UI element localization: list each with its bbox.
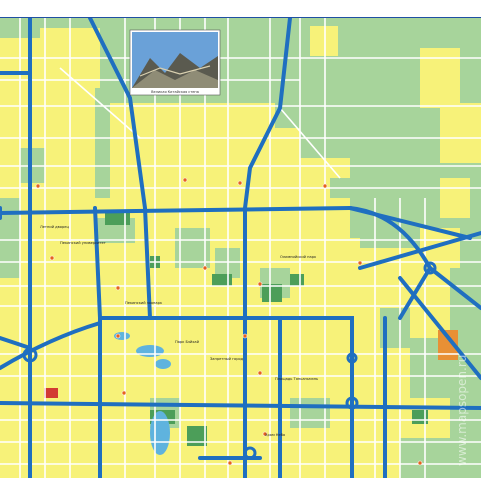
map-label: Олимпийский парк: [280, 255, 317, 259]
poi-marker-icon: [202, 265, 208, 271]
watermark-text: www.mapsopen.ru: [455, 355, 469, 466]
poi-marker-icon: [237, 180, 243, 186]
poi-marker-icon: [49, 255, 55, 261]
poi-marker-icon: [121, 390, 127, 396]
poi-marker-icon: [35, 183, 41, 189]
city-map[interactable]: Великая Китайская стена Пекинский универ…: [0, 18, 481, 478]
poi-marker-icon: [242, 333, 248, 339]
watermark: www.mapsopen.ru: [455, 355, 469, 466]
map-label: Пекинский университет: [60, 241, 106, 245]
poi-marker-icon: [115, 285, 121, 291]
map-label: Запретный город: [210, 357, 244, 361]
poi-marker-icon: [357, 260, 363, 266]
poi-marker-icon: [257, 281, 263, 287]
landmark-photo: Великая Китайская стена: [129, 29, 221, 96]
red-district: [44, 388, 58, 398]
map-label: Парк Бэйхай: [175, 340, 200, 344]
photo-caption: Великая Китайская стена: [151, 90, 199, 94]
map-label: Храм Неба: [265, 433, 285, 437]
map-label: Площадь Тяньаньмэнь: [275, 377, 318, 381]
poi-marker-icon: [417, 460, 423, 466]
poi-marker-icon: [322, 183, 328, 189]
map-label: Пекинский зоопарк: [125, 301, 163, 305]
map-frame: Великая Китайская стена Пекинский универ…: [0, 0, 481, 478]
map-label: Летний дворец: [40, 225, 69, 229]
poi-marker-icon: [182, 177, 188, 183]
top-border: [0, 0, 481, 18]
poi-marker-icon: [257, 370, 263, 376]
poi-marker-icon: [227, 460, 233, 466]
poi-marker-icon: [115, 333, 121, 339]
